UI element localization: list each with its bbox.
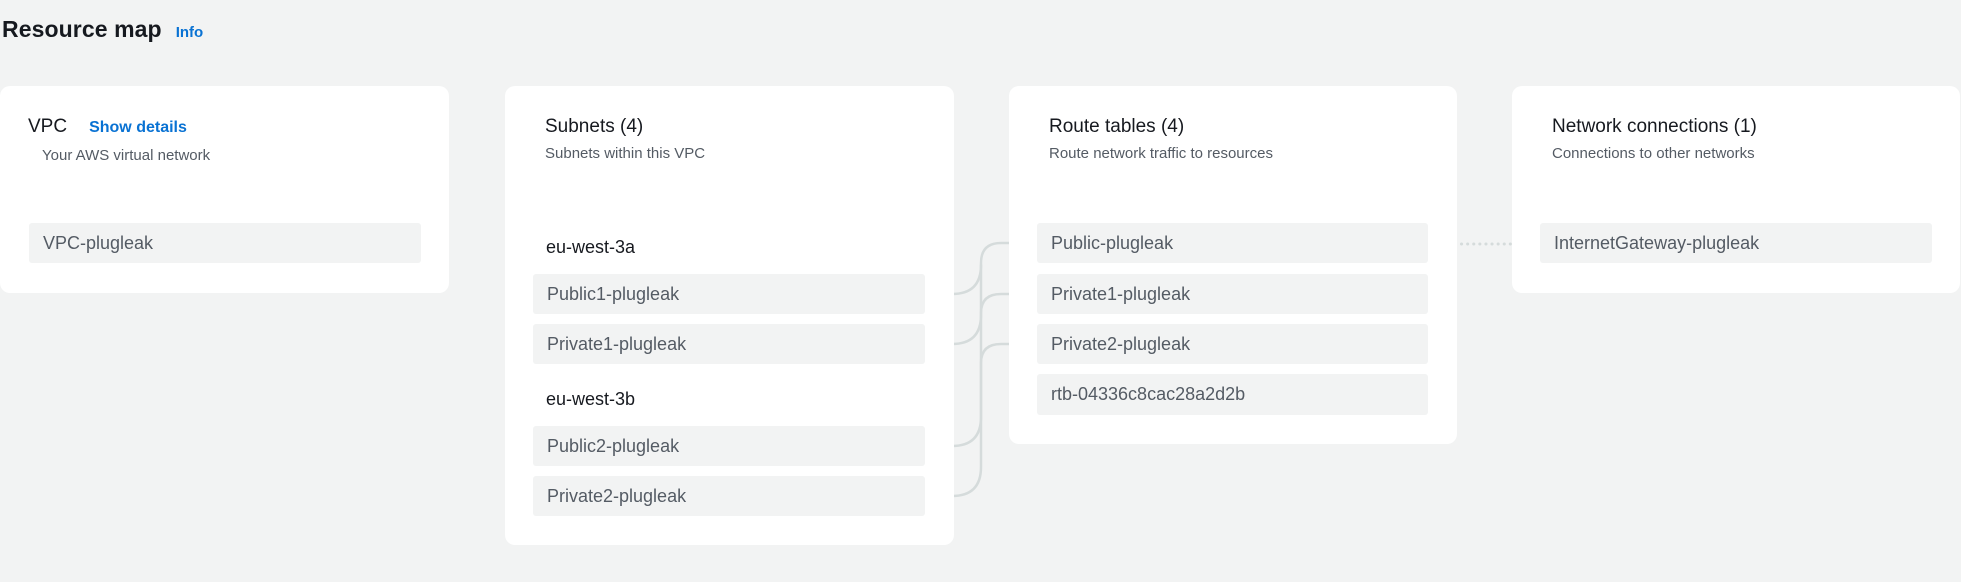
route-table-item[interactable]: rtb-04336c8cac28a2d2b <box>1037 374 1428 415</box>
vpc-card-subtitle: Your AWS virtual network <box>42 147 211 164</box>
route-table-item[interactable]: Private1-plugleak <box>1037 274 1428 314</box>
page-header: Resource map Info <box>2 16 203 43</box>
network-connection-item[interactable]: InternetGateway-plugleak <box>1540 223 1932 263</box>
subnet-item[interactable]: Public1-plugleak <box>533 274 925 314</box>
subnet-item[interactable]: Private1-plugleak <box>533 324 925 364</box>
network-connections-card-header: Network connections (1) Connections to o… <box>1552 116 1757 162</box>
route-table-item[interactable]: Private2-plugleak <box>1037 324 1428 364</box>
route-tables-card-header: Route tables (4) Route network traffic t… <box>1049 116 1273 162</box>
subnets-card-header: Subnets (4) Subnets within this VPC <box>545 116 705 162</box>
az-label-eu-west-3a: eu-west-3a <box>546 237 636 257</box>
vpc-card-title: VPC <box>28 116 68 137</box>
subnet-item[interactable]: Public2-plugleak <box>533 426 925 466</box>
route-tables-card: Route tables (4) Route network traffic t… <box>1009 86 1457 444</box>
route-tables-card-title: Route tables (4) <box>1049 116 1185 137</box>
network-connections-card-subtitle: Connections to other networks <box>1552 145 1755 162</box>
subnets-card-subtitle: Subnets within this VPC <box>545 145 706 162</box>
info-link[interactable]: Info <box>176 24 204 41</box>
subnets-card-title: Subnets (4) <box>545 116 644 137</box>
vpc-item[interactable]: VPC-plugleak <box>29 223 421 263</box>
network-connections-card-title: Network connections (1) <box>1552 116 1757 137</box>
subnet-item[interactable]: Private2-plugleak <box>533 476 925 516</box>
page-title: Resource map <box>2 16 162 42</box>
subnets-card: Subnets (4) Subnets within this VPC eu-w… <box>505 86 954 545</box>
network-connections-card: Network connections (1) Connections to o… <box>1512 86 1960 293</box>
vpc-card-header: VPC Show details Your AWS virtual networ… <box>28 116 210 164</box>
route-table-item[interactable]: Public-plugleak <box>1037 223 1428 263</box>
show-details-link[interactable]: Show details <box>89 119 187 137</box>
az-label-eu-west-3b: eu-west-3b <box>546 389 636 409</box>
route-tables-card-subtitle: Route network traffic to resources <box>1049 145 1273 162</box>
vpc-card: VPC Show details Your AWS virtual networ… <box>0 86 449 293</box>
